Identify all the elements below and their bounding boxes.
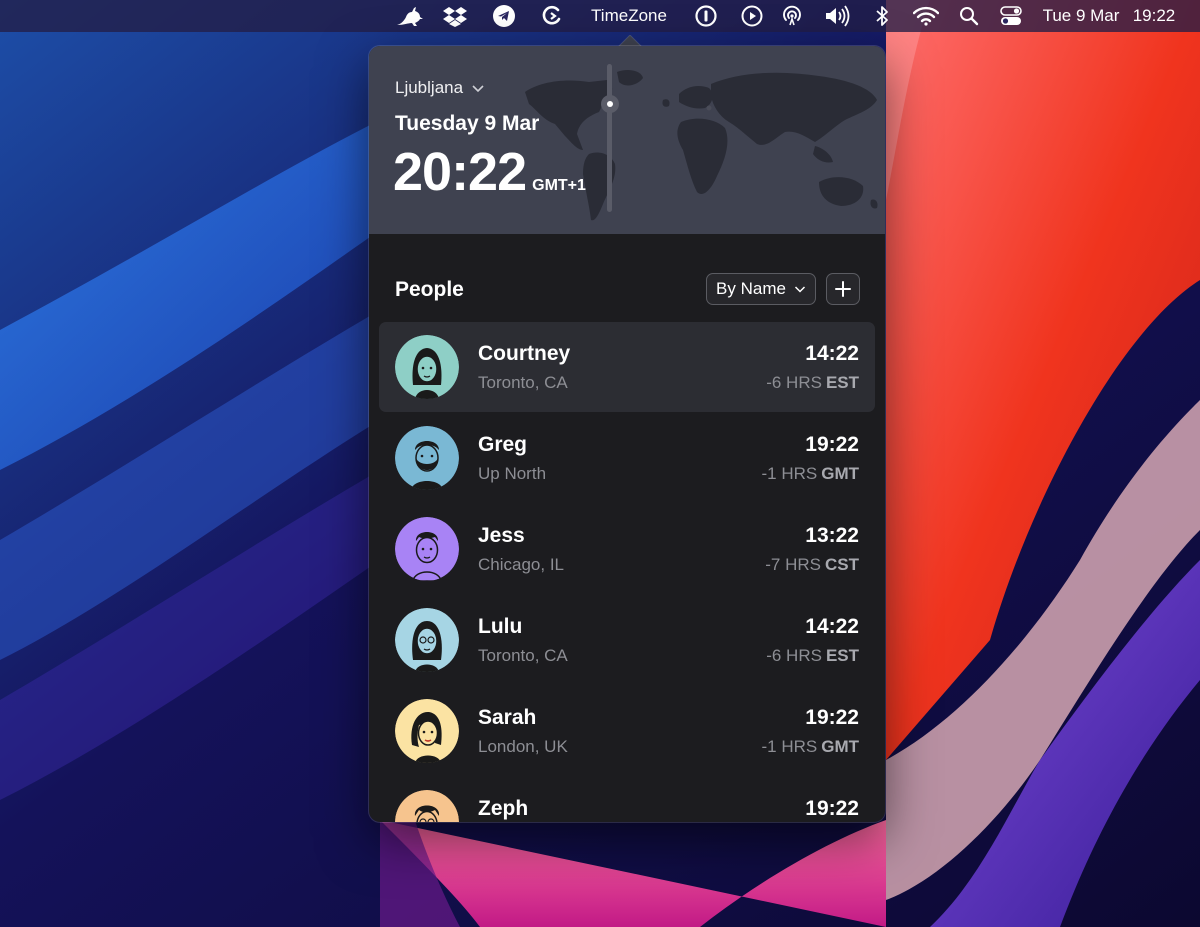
chevron-down-icon (472, 85, 484, 93)
person-location: London, UK (478, 737, 568, 756)
add-person-button[interactable] (826, 273, 860, 305)
app-title-timezone[interactable]: TimeZone (586, 0, 672, 32)
person-name: Zeph (478, 797, 529, 820)
avatar (395, 790, 459, 822)
person-offset: -1 HRS GMT (761, 464, 859, 484)
person-row-greg[interactable]: Greg Up North 19:22 -1 HRS GMT (379, 413, 875, 503)
person-row-lulu[interactable]: Lulu Toronto, CA 14:22 -6 HRS EST (379, 595, 875, 685)
person-time: 14:22 (805, 615, 859, 638)
home-timezone-label: GMT+1 (532, 177, 586, 194)
person-name: Greg (478, 433, 528, 456)
avatar (395, 608, 459, 672)
reload-arc-icon[interactable] (538, 0, 566, 32)
person-offset: -1 HRS GMT (761, 737, 859, 757)
telegram-icon[interactable] (490, 0, 518, 32)
plus-icon (835, 281, 851, 297)
search-icon[interactable] (956, 0, 982, 32)
dropbox-icon[interactable] (440, 0, 470, 32)
offset-hours: -1 HRS (761, 464, 818, 483)
timezone-abbr: GMT (821, 737, 859, 756)
person-location: Chicago, IL (478, 555, 564, 574)
offset-hours: -7 HRS (765, 555, 821, 574)
person-time: 19:22 (805, 433, 859, 456)
person-offset: -7 HRS CST (765, 555, 859, 575)
person-time: 14:22 (805, 342, 859, 365)
sort-label: By Name (716, 279, 786, 298)
sort-dropdown[interactable]: By Name (706, 273, 816, 305)
bluetooth-icon[interactable] (870, 0, 894, 32)
person-row-sarah[interactable]: Sarah London, UK 19:22 -1 HRS GMT (379, 686, 875, 776)
menubar-clock[interactable]: 19:22 (1128, 0, 1180, 32)
timezone-abbr: EST (825, 646, 859, 665)
volume-icon[interactable] (822, 0, 854, 32)
home-time: 20:22 (393, 142, 527, 202)
person-name: Sarah (478, 706, 537, 729)
home-time-row: 20:22 GMT+1 (393, 142, 586, 202)
avatar (395, 335, 459, 399)
person-row-courtney[interactable]: Courtney Toronto, CA 14:22 -6 HRS EST (379, 322, 875, 412)
offset-hours: -1 HRS (761, 737, 818, 756)
timezone-abbr: CST (825, 555, 859, 574)
airdrop-icon[interactable] (778, 0, 806, 32)
person-location: Up North (478, 464, 547, 483)
person-time: 19:22 (805, 706, 859, 729)
timezone-abbr: EST (825, 373, 859, 392)
person-location: Toronto, CA (478, 373, 568, 392)
city-name: Ljubljana (395, 78, 464, 97)
wifi-icon[interactable] (910, 0, 942, 32)
person-offset: -6 HRS EST (766, 373, 859, 393)
offset-hours: -6 HRS (766, 646, 822, 665)
onepassword-icon[interactable] (692, 0, 720, 32)
offset-hours: -6 HRS (766, 373, 822, 392)
avatar (395, 699, 459, 763)
person-row-zeph[interactable]: Zeph 19:22 (379, 777, 875, 822)
play-icon[interactable] (738, 0, 766, 32)
city-selector[interactable]: Ljubljana (395, 78, 485, 98)
people-heading: People (395, 278, 464, 301)
person-time: 13:22 (805, 524, 859, 547)
avatar (395, 426, 459, 490)
menubar-date[interactable]: Tue 9 Mar (1040, 0, 1122, 32)
person-row-jess[interactable]: Jess Chicago, IL 13:22 -7 HRS CST (379, 504, 875, 594)
person-offset: -6 HRS EST (766, 646, 859, 666)
person-name: Courtney (478, 342, 571, 365)
kangaroo-icon[interactable] (393, 0, 427, 32)
avatar (395, 517, 459, 581)
menu-bar: TimeZone Tue 9 Mar 19:22 (0, 0, 1200, 32)
chevron-down-icon (794, 286, 805, 293)
person-name: Jess (478, 524, 525, 547)
home-date: Tuesday 9 Mar (395, 112, 540, 135)
timezone-abbr: GMT (821, 464, 859, 483)
control-center-icon[interactable] (996, 0, 1026, 32)
person-name: Lulu (478, 615, 523, 638)
person-time: 19:22 (805, 797, 859, 820)
person-location: Toronto, CA (478, 646, 568, 665)
timezone-popover: Ljubljana Tuesday 9 Mar 20:22 GMT+1 Peop… (369, 46, 885, 822)
home-timezone-header: Ljubljana Tuesday 9 Mar 20:22 GMT+1 (369, 46, 885, 234)
